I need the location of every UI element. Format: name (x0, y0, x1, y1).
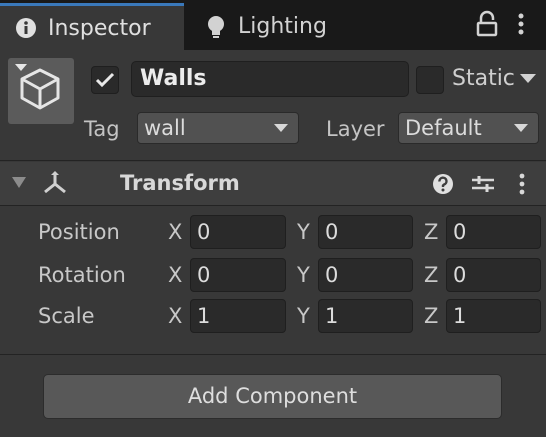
layer-dropdown[interactable]: Default (398, 112, 539, 144)
kebab-menu-icon[interactable] (517, 172, 527, 196)
position-y-field[interactable]: 0 (318, 215, 413, 249)
scale-y-field[interactable]: 1 (318, 299, 413, 333)
scale-z-field[interactable]: 1 (446, 299, 541, 333)
layer-value: Default (405, 116, 482, 140)
presets-icon[interactable] (470, 173, 496, 195)
name-field[interactable]: Walls (131, 61, 409, 97)
axis-y-label[interactable]: Y (297, 301, 310, 331)
scale-x-field[interactable]: 1 (190, 299, 286, 333)
axis-z-label[interactable]: Z (424, 217, 438, 247)
add-component-button[interactable]: Add Component (43, 374, 502, 419)
rotation-z-field[interactable]: 0 (446, 258, 541, 292)
tab-lighting-label: Lighting (238, 14, 327, 39)
position-x-field[interactable]: 0 (190, 215, 286, 249)
kebab-menu-icon[interactable] (512, 10, 530, 40)
layer-label: Layer (326, 117, 385, 141)
position-label[interactable]: Position (38, 217, 120, 247)
rotation-label[interactable]: Rotation (38, 260, 126, 290)
static-dropdown-arrow-icon[interactable] (520, 74, 536, 84)
active-checkbox[interactable] (91, 66, 119, 94)
gameobject-icon-button[interactable] (8, 58, 74, 124)
scale-label[interactable]: Scale (38, 301, 95, 331)
tab-lighting[interactable]: Lighting (190, 3, 410, 50)
static-label[interactable]: Static (452, 62, 515, 96)
divider (0, 160, 546, 161)
axis-x-label[interactable]: X (168, 217, 182, 247)
help-icon[interactable] (432, 173, 454, 195)
transform-icon (44, 171, 66, 194)
rotation-y-field[interactable]: 0 (318, 258, 413, 292)
rotation-x-field[interactable]: 0 (190, 258, 286, 292)
tab-inspector-label: Inspector (48, 15, 151, 41)
axis-x-label[interactable]: X (168, 260, 182, 290)
divider (0, 354, 546, 355)
info-icon (14, 16, 38, 40)
divider (0, 205, 546, 206)
tag-value: wall (144, 116, 186, 140)
transform-title: Transform (120, 171, 240, 195)
axis-x-label[interactable]: X (168, 301, 182, 331)
axis-y-label[interactable]: Y (297, 260, 310, 290)
position-z-field[interactable]: 0 (446, 215, 541, 249)
static-checkbox[interactable] (416, 66, 444, 94)
axis-z-label[interactable]: Z (424, 260, 438, 290)
axis-z-label[interactable]: Z (424, 301, 438, 331)
chevron-down-icon (274, 124, 288, 132)
axis-y-label[interactable]: Y (297, 217, 310, 247)
transform-header[interactable] (0, 162, 546, 205)
tag-dropdown[interactable]: wall (137, 112, 299, 144)
tag-label: Tag (84, 117, 120, 141)
lock-icon[interactable] (474, 10, 500, 40)
chevron-down-icon (514, 124, 528, 132)
foldout-arrow-icon[interactable] (12, 177, 26, 189)
tab-inspector[interactable]: Inspector (0, 3, 184, 50)
lightbulb-icon (204, 15, 228, 39)
checkmark-icon (95, 72, 115, 88)
caret-down-icon (15, 64, 27, 71)
